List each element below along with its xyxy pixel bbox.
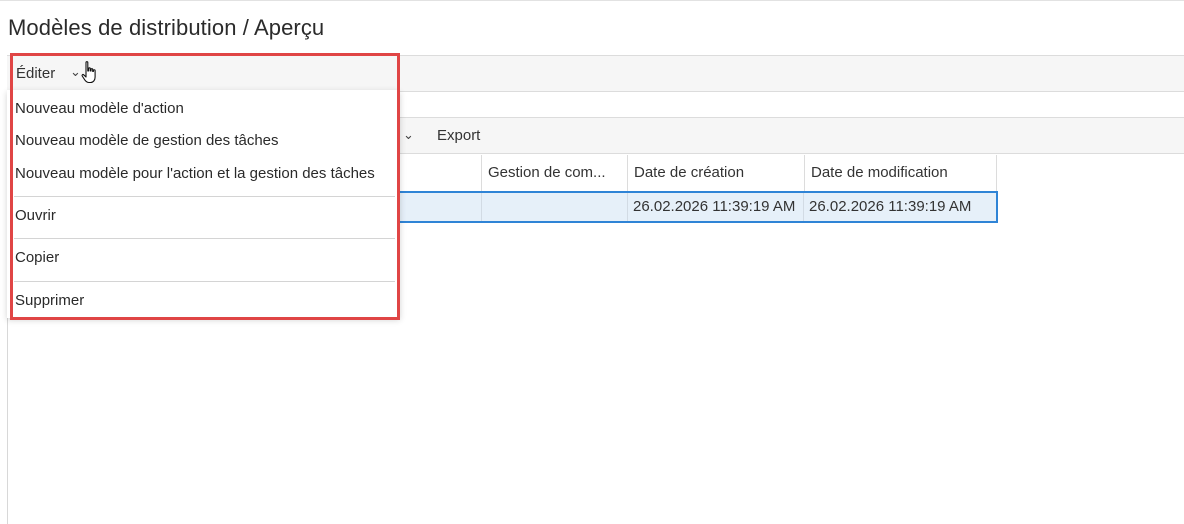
edit-dropdown-menu: Nouveau modèle d'action Nouveau modèle d…: [7, 90, 400, 318]
table-row[interactable]: 26.02.2026 11:39:19 AM 26.02.2026 11:39:…: [396, 191, 998, 223]
page: Modèles de distribution / Aperçu Éditer …: [0, 0, 1184, 524]
menu-divider: [14, 196, 395, 197]
table-cell-task-management: [482, 193, 628, 221]
menu-item-new-task-template[interactable]: Nouveau modèle de gestion des tâches: [15, 132, 279, 149]
chevron-down-icon[interactable]: ⌄: [403, 127, 414, 143]
table-cell-modified-date: 26.02.2026 11:39:19 AM: [809, 198, 972, 215]
top-divider: [0, 0, 1184, 1]
menubar: Éditer ⌄: [7, 55, 1184, 92]
table-cell-created-date: 26.02.2026 11:39:19 AM: [628, 193, 804, 221]
menu-divider: [14, 281, 395, 282]
hand-pointer-icon: [81, 61, 96, 84]
column-header-modified-date[interactable]: Date de modification: [805, 155, 997, 191]
edit-menu-button[interactable]: Éditer: [16, 65, 55, 82]
menu-divider: [14, 238, 395, 239]
menu-item-new-action-template[interactable]: Nouveau modèle d'action: [15, 100, 184, 117]
menu-item-copy[interactable]: Copier: [15, 249, 59, 266]
table-cell-name: [398, 193, 482, 221]
column-header-created-date[interactable]: Date de création: [628, 155, 805, 191]
page-title: Modèles de distribution / Aperçu: [8, 15, 325, 40]
menu-item-delete[interactable]: Supprimer: [15, 292, 84, 309]
menu-item-open[interactable]: Ouvrir: [15, 207, 56, 224]
export-button[interactable]: Export: [437, 127, 480, 144]
column-header-task-management[interactable]: Gestion de com...: [482, 155, 628, 191]
menu-item-new-action-task-template[interactable]: Nouveau modèle pour l'action et la gesti…: [15, 165, 375, 182]
